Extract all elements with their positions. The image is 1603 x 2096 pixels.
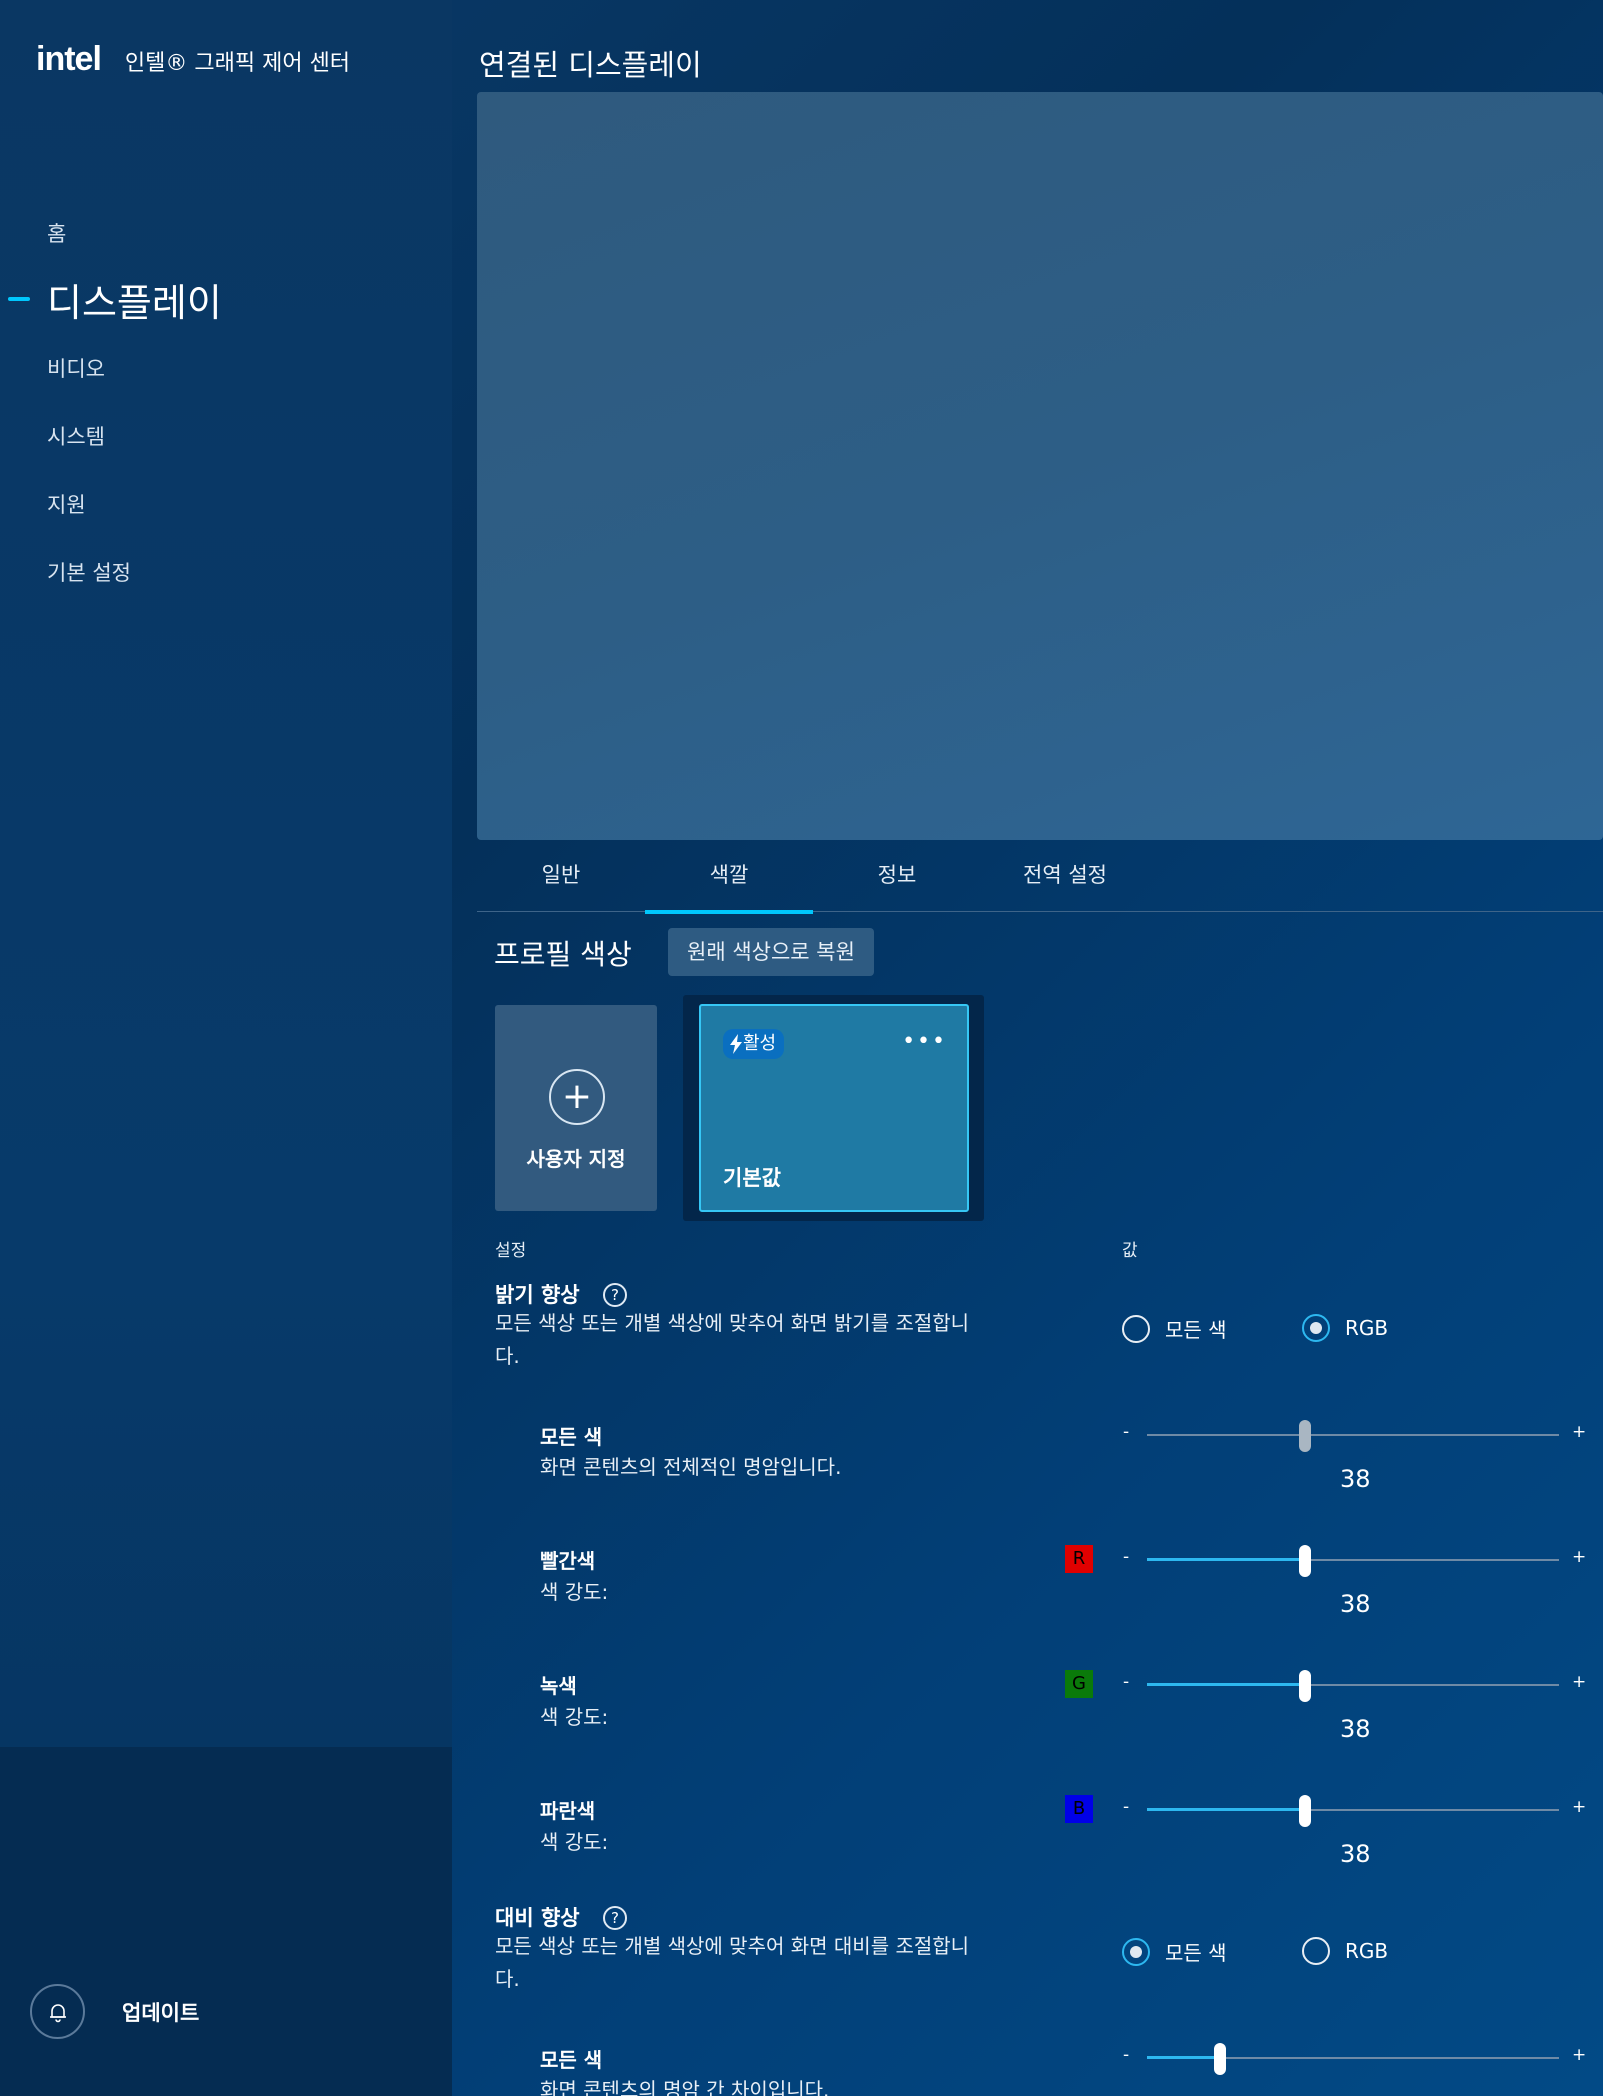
sidebar-footer xyxy=(0,1747,452,2096)
column-header-setting: 설정 xyxy=(495,1241,527,1261)
default-profile-card-wrap: 활성 ••• 기본값 xyxy=(683,995,984,1221)
bell-icon xyxy=(30,1984,85,2039)
contrast-desc-line1: 모든 색상 또는 개별 색상에 맞추어 화면 대비를 조절합니 xyxy=(495,1934,970,1958)
active-indicator xyxy=(8,297,30,301)
radio-label: 모든 색 xyxy=(1165,1941,1227,1965)
slider-fill xyxy=(1147,1683,1305,1686)
brightness-radio-rgb[interactable]: RGB xyxy=(1302,1314,1388,1342)
all-colors-title: 모든 색 xyxy=(540,1425,603,1449)
intel-logo: intel xyxy=(36,40,102,78)
plus-icon: + xyxy=(549,1069,605,1125)
sidebar-item-home[interactable]: 홈 xyxy=(47,218,66,248)
slider-minus[interactable]: - xyxy=(1123,1672,1129,1692)
restore-defaults-button[interactable]: 원래 색상으로 복원 xyxy=(668,928,874,976)
blue-title: 파란색 xyxy=(540,1799,596,1823)
brand: intel 인텔® 그래픽 제어 센터 xyxy=(36,40,350,79)
red-title: 빨간색 xyxy=(540,1549,596,1573)
help-icon[interactable]: ? xyxy=(603,1906,627,1930)
help-icon[interactable]: ? xyxy=(603,1283,627,1307)
sidebar-item-display[interactable]: 디스플레이 xyxy=(47,272,222,327)
contrast-all-colors-title: 모든 색 xyxy=(540,2048,603,2072)
red-desc: 색 강도: xyxy=(540,1580,609,1604)
radio-button[interactable] xyxy=(1302,1937,1330,1965)
red-chip: R xyxy=(1065,1545,1093,1573)
radio-label: 모든 색 xyxy=(1165,1318,1227,1342)
radio-button[interactable] xyxy=(1302,1314,1330,1342)
green-value: 38 xyxy=(1340,1715,1371,1743)
contrast-all-colors-desc: 화면 콘텐츠의 명암 간 차이입니다. xyxy=(540,2078,830,2096)
slider-plus[interactable]: + xyxy=(1572,1422,1586,1442)
green-chip: G xyxy=(1065,1670,1093,1698)
sidebar: intel 인텔® 그래픽 제어 센터 홈 디스플레이 비디오 시스템 지원 기… xyxy=(0,0,452,2096)
sidebar-item-system[interactable]: 시스템 xyxy=(47,421,105,451)
all-colors-value: 38 xyxy=(1340,1465,1371,1493)
more-options-icon[interactable]: ••• xyxy=(902,1031,947,1053)
brightness-title: 밝기 향상 xyxy=(495,1283,580,1307)
active-badge-label: 활성 xyxy=(743,1033,777,1054)
all-colors-desc: 화면 콘텐츠의 전체적인 명암입니다. xyxy=(540,1455,842,1479)
default-profile-card[interactable]: 활성 ••• 기본값 xyxy=(699,1004,969,1212)
red-value: 38 xyxy=(1340,1590,1371,1618)
app-window: intel 인텔® 그래픽 제어 센터 홈 디스플레이 비디오 시스템 지원 기… xyxy=(0,0,1603,2096)
slider-plus[interactable]: + xyxy=(1572,1672,1586,1692)
custom-profile-label: 사용자 지정 xyxy=(526,1147,626,1171)
radio-label: RGB xyxy=(1345,1316,1389,1340)
contrast-slider[interactable]: - + xyxy=(1122,2043,1586,2075)
update-label: 업데이트 xyxy=(122,2000,200,2025)
brightness-desc-line2: 다. xyxy=(495,1344,520,1368)
contrast-radio-rgb[interactable]: RGB xyxy=(1302,1937,1388,1965)
display-preview[interactable] xyxy=(477,92,1603,840)
green-title: 녹색 xyxy=(540,1674,577,1698)
slider-thumb[interactable] xyxy=(1299,1545,1311,1577)
slider-fill xyxy=(1147,1558,1305,1561)
app-title: 인텔® 그래픽 제어 센터 xyxy=(124,51,351,76)
tab-info[interactable]: 정보 xyxy=(813,845,981,912)
slider-plus[interactable]: + xyxy=(1572,1547,1586,1567)
column-header-value: 값 xyxy=(1122,1241,1138,1261)
slider-track xyxy=(1147,1434,1559,1436)
sidebar-item-video[interactable]: 비디오 xyxy=(47,353,105,383)
slider-minus[interactable]: - xyxy=(1123,1547,1129,1567)
lightning-icon xyxy=(730,1034,742,1054)
slider-plus[interactable]: + xyxy=(1572,2045,1586,2065)
profile-title: 프로필 색상 xyxy=(494,938,632,971)
tab-bar: 일반 색깔 정보 전역 설정 xyxy=(477,845,1603,914)
green-slider[interactable]: - + xyxy=(1122,1670,1586,1702)
brightness-desc-line1: 모든 색상 또는 개별 색상에 맞추어 화면 밝기를 조절합니 xyxy=(495,1311,970,1335)
brightness-radio-all[interactable]: 모든 색 xyxy=(1122,1314,1227,1343)
radio-label: RGB xyxy=(1345,1939,1389,1963)
green-desc: 색 강도: xyxy=(540,1705,609,1729)
default-profile-label: 기본값 xyxy=(723,1166,781,1190)
blue-value: 38 xyxy=(1340,1840,1371,1868)
slider-thumb[interactable] xyxy=(1299,1420,1311,1452)
all-colors-slider[interactable]: - + xyxy=(1122,1420,1586,1452)
blue-desc: 색 강도: xyxy=(540,1830,609,1854)
slider-fill xyxy=(1147,2056,1219,2059)
custom-profile-card[interactable]: + 사용자 지정 xyxy=(495,1005,657,1211)
slider-thumb[interactable] xyxy=(1299,1795,1311,1827)
slider-thumb[interactable] xyxy=(1299,1670,1311,1702)
slider-thumb[interactable] xyxy=(1214,2043,1226,2075)
update-button[interactable]: 업데이트 xyxy=(30,1984,199,2039)
tab-global-settings[interactable]: 전역 설정 xyxy=(981,845,1149,912)
contrast-desc-line2: 다. xyxy=(495,1967,520,1991)
tab-color[interactable]: 색깔 xyxy=(645,845,813,914)
radio-button[interactable] xyxy=(1122,1937,1150,1966)
blue-chip: B xyxy=(1065,1795,1093,1823)
sidebar-item-support[interactable]: 지원 xyxy=(47,489,86,519)
active-badge: 활성 xyxy=(723,1029,785,1059)
contrast-radio-all[interactable]: 모든 색 xyxy=(1122,1937,1227,1966)
radio-button[interactable] xyxy=(1122,1314,1150,1343)
contrast-title: 대비 향상 xyxy=(495,1906,580,1930)
slider-minus[interactable]: - xyxy=(1123,1797,1129,1817)
sidebar-item-preferences[interactable]: 기본 설정 xyxy=(47,557,131,587)
red-slider[interactable]: - + xyxy=(1122,1545,1586,1577)
slider-plus[interactable]: + xyxy=(1572,1797,1586,1817)
tab-general[interactable]: 일반 xyxy=(477,845,645,912)
blue-slider[interactable]: - + xyxy=(1122,1795,1586,1827)
slider-minus[interactable]: - xyxy=(1123,2045,1129,2065)
slider-minus[interactable]: - xyxy=(1123,1422,1129,1442)
slider-fill xyxy=(1147,1808,1305,1811)
page-title: 연결된 디스플레이 xyxy=(479,48,702,82)
